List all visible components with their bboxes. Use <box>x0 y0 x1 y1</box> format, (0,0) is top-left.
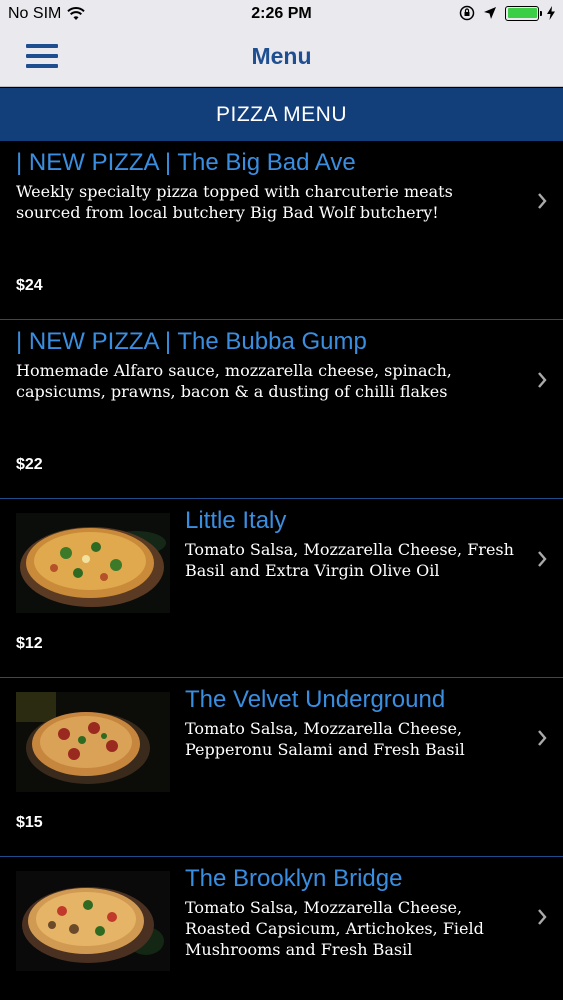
item-title: | NEW PIZZA | The Big Bad Ave <box>16 149 356 176</box>
chevron-right-icon <box>538 372 547 388</box>
chevron-right-icon <box>538 551 547 567</box>
item-title: Little Italy <box>185 507 287 534</box>
status-bar: No SIM 2:26 PM <box>0 0 563 28</box>
menu-item[interactable]: The Velvet Underground Tomato Salsa, Moz… <box>0 678 563 857</box>
section-header: PIZZA MENU <box>0 88 563 141</box>
item-description: Tomato Salsa, Mozzarella Cheese, Roasted… <box>185 898 484 959</box>
pizza-photo <box>16 692 170 792</box>
hamburger-menu-icon[interactable] <box>26 42 58 70</box>
pizza-photo <box>16 513 170 613</box>
menu-item[interactable]: | NEW PIZZA | The Big Bad Ave Weekly spe… <box>0 141 563 320</box>
menu-list: | NEW PIZZA | The Big Bad Ave Weekly spe… <box>0 141 563 1000</box>
chevron-right-icon <box>538 730 547 746</box>
item-title: The Velvet Underground <box>185 686 446 713</box>
nav-bar: Menu <box>0 28 563 87</box>
item-title: | NEW PIZZA | The Bubba Gump <box>16 328 367 355</box>
item-description: Tomato Salsa, Mozzarella Cheese, Peppero… <box>185 719 465 759</box>
menu-item[interactable]: The Brooklyn Bridge Tomato Salsa, Mozzar… <box>0 857 563 1000</box>
page-title: Menu <box>251 43 312 69</box>
item-description: Homemade Alfaro sauce, mozzarella cheese… <box>16 361 452 401</box>
menu-item[interactable]: Little Italy Tomato Salsa, Mozzarella Ch… <box>0 499 563 678</box>
menu-item[interactable]: | NEW PIZZA | The Bubba Gump Homemade Al… <box>0 320 563 499</box>
item-description: Tomato Salsa, Mozzarella Cheese, Fresh B… <box>185 540 514 580</box>
item-price: $12 <box>16 635 43 652</box>
charging-icon <box>547 6 555 20</box>
pizza-photo <box>16 871 170 971</box>
battery-icon <box>505 5 542 21</box>
battery-level <box>507 8 537 18</box>
orientation-lock-icon <box>459 5 475 21</box>
chevron-right-icon <box>538 193 547 209</box>
status-right <box>459 5 555 21</box>
location-arrow-icon <box>484 7 496 19</box>
item-price: $22 <box>16 456 43 473</box>
item-price: $24 <box>16 277 43 294</box>
item-title: The Brooklyn Bridge <box>185 865 403 892</box>
item-price: $15 <box>16 814 43 831</box>
item-description: Weekly specialty pizza topped with charc… <box>16 182 453 222</box>
chevron-right-icon <box>538 909 547 925</box>
